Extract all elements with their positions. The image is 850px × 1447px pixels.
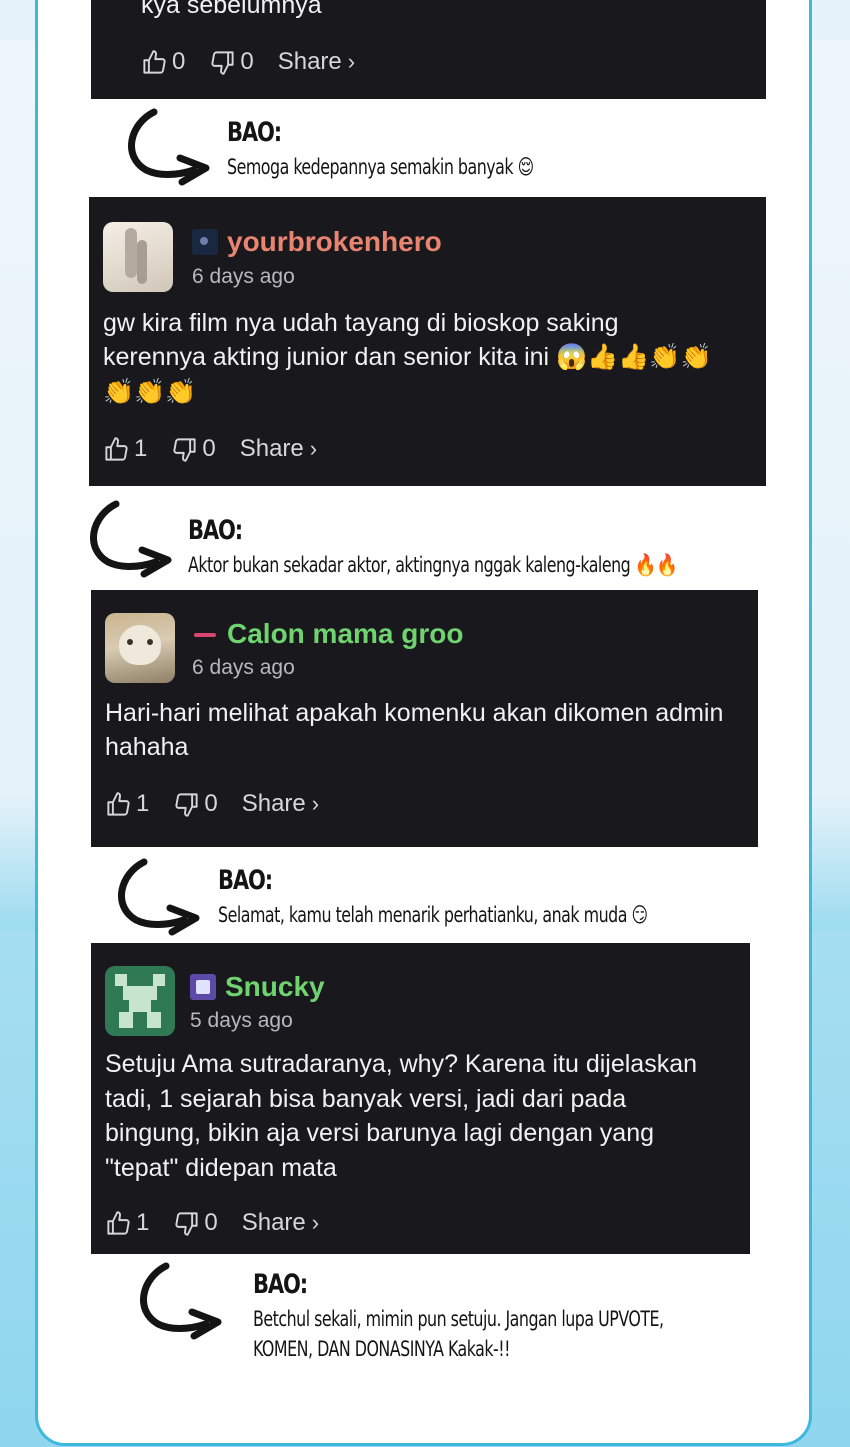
comment-text-line: bingung, bikin aja versi barunya lagi de… xyxy=(105,1119,654,1147)
bao-text: Selamat, kamu telah menarik perhatianku,… xyxy=(218,903,648,927)
thumbs-down-icon xyxy=(175,792,198,817)
dislike-count: 0 xyxy=(204,790,218,817)
like-button[interactable]: 1 xyxy=(105,1209,149,1237)
bao-label: BAO: xyxy=(218,865,273,896)
thumbs-down-icon xyxy=(175,1211,198,1236)
thumbs-up-icon xyxy=(107,1210,130,1235)
like-button[interactable]: 1 xyxy=(105,790,149,818)
thumbs-down-icon xyxy=(211,50,234,75)
comment-text-line: Hari-hari melihat apakah komenku akan di… xyxy=(105,699,724,727)
share-button[interactable]: Share › xyxy=(278,48,355,76)
comment-username[interactable]: Calon mama groo xyxy=(227,618,463,650)
dislike-count: 0 xyxy=(204,1209,218,1236)
comment-actions: 0 0 Share › xyxy=(141,48,355,76)
share-button[interactable]: Share › xyxy=(242,1209,319,1237)
bao-text: KOMEN, DAN DONASINYA Kakak-!! xyxy=(253,1337,510,1361)
share-label: Share xyxy=(277,48,342,75)
like-button[interactable]: 0 xyxy=(141,48,185,76)
dislike-button[interactable]: 0 xyxy=(173,1209,218,1237)
comment-actions: 1 0 Share › xyxy=(103,435,317,463)
avatar xyxy=(103,222,173,292)
like-count: 1 xyxy=(136,1209,150,1236)
share-label: Share xyxy=(241,790,306,817)
bao-reply: BAO: Betchul sekali, mimin pun setuju. J… xyxy=(136,1262,776,1372)
thumbs-up-icon xyxy=(107,791,130,816)
share-button[interactable]: Share › xyxy=(240,435,317,463)
chevron-right-icon: › xyxy=(309,436,318,461)
comment-text-line: Setuju Ama sutradaranya, why? Karena itu… xyxy=(105,1050,698,1078)
dislike-button[interactable]: 0 xyxy=(173,790,218,818)
comment-text-line: hahaha xyxy=(105,733,189,761)
like-count: 1 xyxy=(134,435,148,462)
curved-arrow-icon xyxy=(140,1262,222,1340)
like-button[interactable]: 1 xyxy=(103,435,147,463)
comment-card: kya sebelumnya 0 0 Share › xyxy=(91,0,766,99)
bao-text: Aktor bukan sekadar aktor, aktingnya ngg… xyxy=(188,553,678,577)
chevron-right-icon: › xyxy=(311,791,320,816)
bao-reply: BAO: Selamat, kamu telah menarik perhati… xyxy=(114,858,754,938)
share-button[interactable]: Share › xyxy=(242,790,319,818)
thumbs-down-icon xyxy=(173,437,196,462)
comment-text: kya sebelumnya xyxy=(141,0,322,19)
comment-text-line: kerennya akting junior dan senior kita i… xyxy=(103,343,712,371)
curved-arrow-icon xyxy=(128,108,210,186)
dislike-button[interactable]: 0 xyxy=(171,435,216,463)
comment-timestamp: 5 days ago xyxy=(190,1009,293,1032)
dislike-count: 0 xyxy=(240,48,254,75)
comment-actions: 1 0 Share › xyxy=(105,1209,319,1237)
like-count: 0 xyxy=(172,48,186,75)
share-label: Share xyxy=(241,1209,306,1236)
comment-timestamp: 6 days ago xyxy=(192,656,295,679)
comment-card: Snucky 5 days ago Setuju Ama sutradarany… xyxy=(91,943,750,1254)
comment-timestamp: 6 days ago xyxy=(192,265,295,288)
curved-arrow-icon xyxy=(118,858,200,936)
avatar xyxy=(105,613,175,683)
comment-actions: 1 0 Share › xyxy=(105,790,319,818)
bao-reply: BAO: Semoga kedepannya semakin banyak 😌 xyxy=(124,108,744,188)
user-badge-icon xyxy=(190,974,216,1000)
comment-text-line: "tepat" didepan mata xyxy=(105,1154,337,1182)
bao-label: BAO: xyxy=(227,117,282,148)
thumbs-up-icon xyxy=(105,436,128,461)
bao-text: Betchul sekali, mimin pun setuju. Jangan… xyxy=(253,1307,664,1331)
comment-card: Calon mama groo 6 days ago Hari-hari mel… xyxy=(91,590,758,847)
comment-text-line: tadi, 1 sejarah bisa banyak versi, jadi … xyxy=(105,1085,627,1113)
chevron-right-icon: › xyxy=(311,1210,320,1235)
comment-card: yourbrokenhero 6 days ago gw kira film n… xyxy=(89,197,766,486)
user-badge-icon xyxy=(192,622,218,648)
thumbs-up-icon xyxy=(143,49,166,74)
bao-text: Semoga kedepannya semakin banyak 😌 xyxy=(227,155,534,179)
comment-text-line: gw kira film nya udah tayang di bioskop … xyxy=(103,309,619,337)
user-badge-icon xyxy=(192,229,218,255)
comment-username[interactable]: Snucky xyxy=(225,971,325,1003)
dislike-button[interactable]: 0 xyxy=(209,48,254,76)
bao-label: BAO: xyxy=(188,515,243,546)
comment-username[interactable]: yourbrokenhero xyxy=(227,226,442,258)
comment-text-line: 👏👏👏 xyxy=(103,378,197,406)
dislike-count: 0 xyxy=(202,435,216,462)
bao-reply: BAO: Aktor bukan sekadar aktor, aktingny… xyxy=(86,500,786,580)
chevron-right-icon: › xyxy=(347,49,356,74)
bao-label: BAO: xyxy=(253,1269,308,1300)
avatar xyxy=(105,966,175,1036)
share-label: Share xyxy=(239,435,304,462)
curved-arrow-icon xyxy=(90,500,172,578)
like-count: 1 xyxy=(136,790,150,817)
